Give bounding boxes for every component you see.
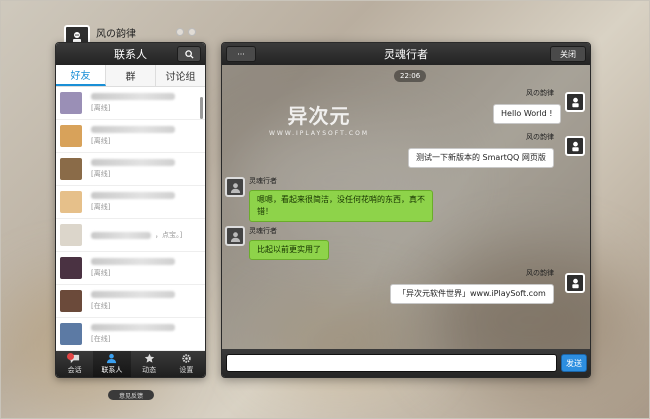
contacts-tabs: 好友 群 讨论组 bbox=[56, 65, 205, 87]
nav-conversations[interactable]: 会话 bbox=[56, 351, 93, 377]
close-button[interactable]: 关闭 bbox=[550, 46, 586, 62]
gear-icon bbox=[182, 354, 191, 363]
window-close-button[interactable] bbox=[188, 28, 196, 36]
contact-list[interactable]: [离线] [离线] [离线] [离线] ，点宝。] [离线] [在线] [在线] bbox=[56, 87, 205, 353]
feedback-button[interactable]: 意见反馈 bbox=[108, 390, 154, 400]
search-icon bbox=[184, 49, 194, 59]
person-silhouette-icon bbox=[230, 182, 240, 193]
list-item[interactable]: [在线] bbox=[56, 318, 205, 351]
sender-avatar[interactable] bbox=[225, 226, 245, 246]
message-sender: 风の韵律 bbox=[526, 133, 554, 141]
chat-title: 灵魂行者 bbox=[384, 48, 428, 61]
nav-feeds[interactable]: 动态 bbox=[131, 351, 168, 377]
message-sender: 灵魂行者 bbox=[249, 177, 277, 185]
contact-status: [离线] bbox=[91, 170, 111, 178]
message-bubble: 测试一下新版本的 SmartQQ 网页版 bbox=[408, 148, 554, 168]
robot-avatar-icon bbox=[571, 97, 579, 107]
contact-avatar bbox=[60, 257, 82, 279]
send-button[interactable]: 发送 bbox=[561, 354, 587, 372]
contacts-panel: 联系人 好友 群 讨论组 [离线] [离线] [离线] [离线] ，点宝。] [… bbox=[55, 42, 206, 378]
person-icon bbox=[107, 353, 117, 364]
list-item[interactable]: [离线] bbox=[56, 153, 205, 186]
robot-avatar-icon bbox=[571, 278, 579, 288]
contact-note: ，点宝。] bbox=[155, 231, 183, 239]
message-bubble: 嗯嗯，看起来很简洁，没任何花哨的东西，真不 错！ bbox=[249, 190, 433, 222]
list-item[interactable]: [离线] bbox=[56, 252, 205, 285]
contact-avatar bbox=[60, 158, 82, 180]
sender-avatar[interactable] bbox=[565, 92, 585, 112]
sender-avatar[interactable] bbox=[225, 177, 245, 197]
timestamp: 22:06 bbox=[394, 70, 427, 82]
self-name: 风の韵律 bbox=[96, 28, 136, 40]
bottom-nav: 会话 联系人 动态 设置 bbox=[56, 351, 205, 377]
message-sender: 风の韵律 bbox=[526, 269, 554, 277]
message-sender: 风の韵律 bbox=[526, 89, 554, 97]
list-item[interactable]: [离线] bbox=[56, 87, 205, 120]
contact-status: [在线] bbox=[91, 302, 111, 310]
input-bar: 发送 bbox=[222, 349, 590, 377]
sender-avatar[interactable] bbox=[565, 136, 585, 156]
contacts-title: 联系人 bbox=[114, 48, 147, 61]
contact-avatar bbox=[60, 191, 82, 213]
contact-list-scrollbar[interactable] bbox=[200, 97, 203, 119]
message-area[interactable]: 异次元 WWW.IPLAYSOFT.COM 22:06 风の韵律 Hello W… bbox=[222, 65, 590, 351]
contact-status: [离线] bbox=[91, 137, 111, 145]
robot-avatar-icon bbox=[571, 141, 579, 151]
unread-badge bbox=[67, 353, 74, 360]
nav-contacts[interactable]: 联系人 bbox=[93, 351, 131, 377]
contact-status: [在线] bbox=[91, 335, 111, 343]
contact-avatar bbox=[60, 125, 82, 147]
tab-friends[interactable]: 好友 bbox=[56, 65, 106, 86]
message-input[interactable] bbox=[226, 354, 557, 372]
contact-status: [离线] bbox=[91, 269, 111, 277]
star-icon bbox=[144, 353, 154, 363]
nav-settings[interactable]: 设置 bbox=[168, 351, 205, 377]
contact-avatar bbox=[60, 323, 82, 345]
tab-groups[interactable]: 群 bbox=[106, 65, 156, 86]
window-controls bbox=[176, 28, 196, 36]
list-item[interactable]: ，点宝。] bbox=[56, 219, 205, 252]
contact-avatar bbox=[60, 290, 82, 312]
chat-header: ··· 灵魂行者 关闭 bbox=[222, 43, 590, 65]
person-silhouette-icon bbox=[230, 231, 240, 242]
sender-avatar[interactable] bbox=[565, 273, 585, 293]
message-bubble: 比起以前更实用了 bbox=[249, 240, 329, 260]
tab-discussions[interactable]: 讨论组 bbox=[156, 65, 205, 86]
message-sender: 灵魂行者 bbox=[249, 227, 277, 235]
list-item[interactable]: [离线] bbox=[56, 120, 205, 153]
contact-avatar bbox=[60, 92, 82, 114]
contact-status: [离线] bbox=[91, 203, 111, 211]
list-item[interactable]: [离线] bbox=[56, 186, 205, 219]
chat-window: ··· 灵魂行者 关闭 异次元 WWW.IPLAYSOFT.COM 22:06 … bbox=[221, 42, 591, 378]
minimize-button[interactable] bbox=[176, 28, 184, 36]
contacts-header: 联系人 bbox=[56, 43, 205, 65]
contact-avatar bbox=[60, 224, 82, 246]
message-bubble: 「异次元软件世界」www.iPlaySoft.com bbox=[390, 284, 554, 304]
more-button[interactable]: ··· bbox=[226, 46, 256, 62]
watermark: 异次元 WWW.IPLAYSOFT.COM bbox=[269, 104, 370, 137]
contact-status: [离线] bbox=[91, 104, 111, 112]
message-bubble: Hello World ! bbox=[493, 104, 561, 124]
search-button[interactable] bbox=[177, 46, 201, 62]
list-item[interactable]: [在线] bbox=[56, 285, 205, 318]
